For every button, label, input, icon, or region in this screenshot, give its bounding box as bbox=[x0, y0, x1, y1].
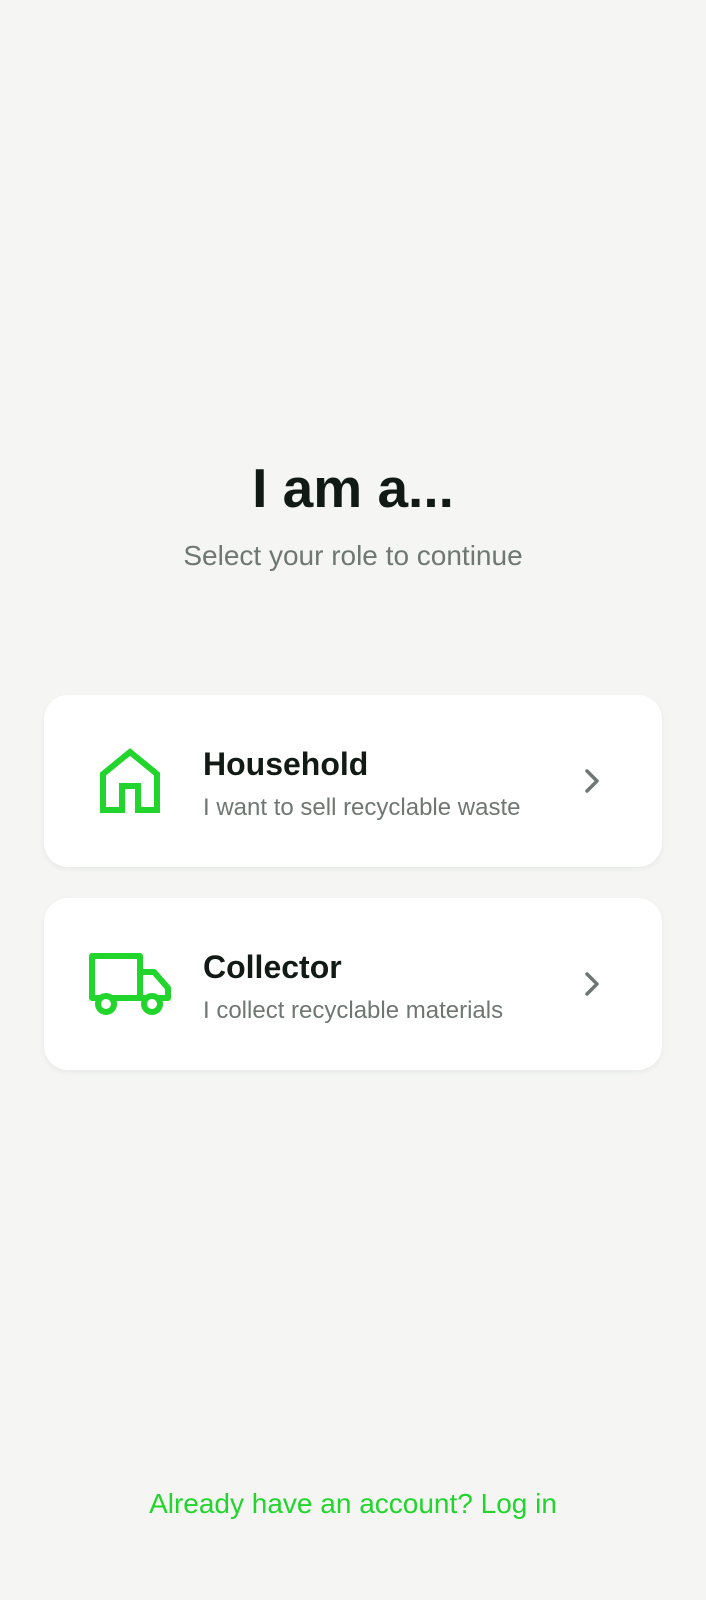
truck-icon bbox=[88, 948, 172, 1020]
role-description: I collect recyclable materials bbox=[203, 997, 504, 1024]
login-link[interactable]: Already have an account? Log in bbox=[0, 1486, 706, 1522]
role-title: Household bbox=[203, 746, 369, 782]
house-icon bbox=[88, 745, 172, 817]
page-title: I am a... bbox=[252, 457, 454, 519]
chevron-right-icon bbox=[585, 769, 599, 793]
chevron-right-icon bbox=[585, 972, 599, 996]
role-title: Collector bbox=[203, 949, 342, 985]
role-description: I want to sell recyclable waste bbox=[203, 794, 521, 821]
page-subtitle: Select your role to continue bbox=[183, 540, 523, 571]
role-card-household[interactable]: Household I want to sell recyclable wast… bbox=[44, 695, 662, 867]
role-card-collector[interactable]: Collector I collect recyclable materials bbox=[44, 898, 662, 1070]
